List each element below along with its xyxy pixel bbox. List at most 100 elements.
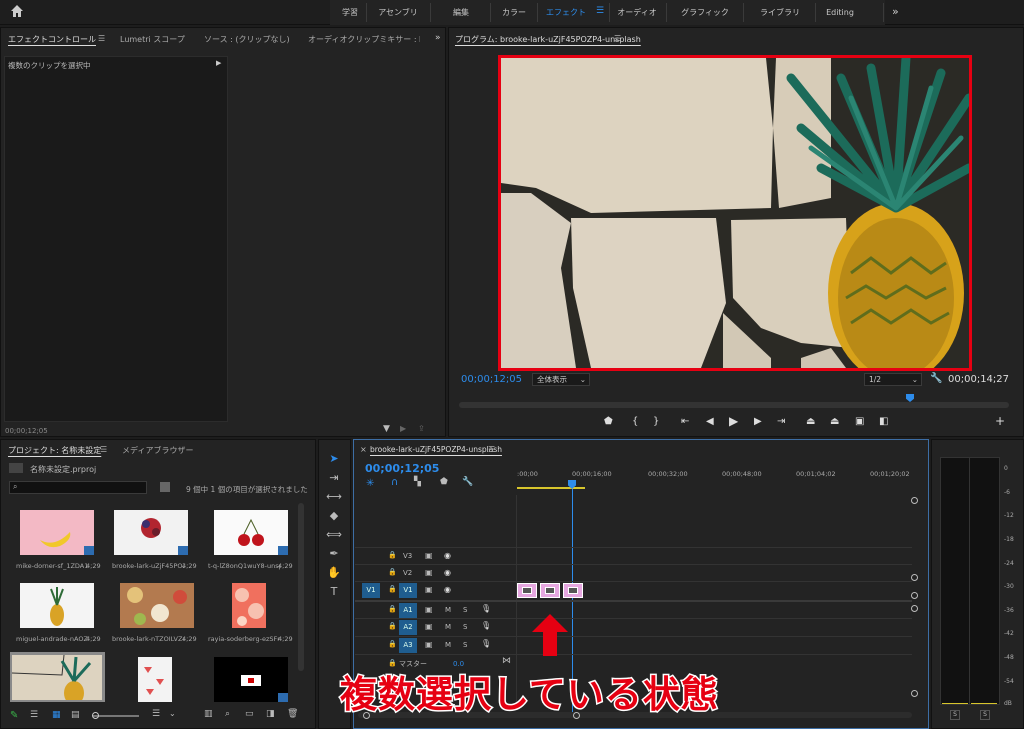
eye-icon[interactable]: ◉ (444, 551, 451, 560)
home-icon[interactable] (10, 4, 26, 20)
track-label[interactable]: A2 (399, 620, 417, 635)
wrench-icon[interactable]: 🔧 (930, 373, 942, 384)
lock-icon[interactable]: 🔒 (388, 568, 397, 576)
project-item[interactable] (106, 652, 198, 702)
workspace-tab[interactable]: カラー (492, 0, 536, 25)
resolution-select[interactable]: 1/2 ⌄ (864, 373, 922, 386)
razor-icon[interactable]: ◆ (326, 509, 342, 525)
step-forward-icon[interactable]: ▶ (754, 416, 762, 427)
program-monitor-title[interactable]: プログラム: brooke-lark-uZjF45POZP4-unsplash (455, 34, 641, 45)
zoom-slider[interactable] (93, 715, 139, 717)
play-icon[interactable]: ▶ (729, 414, 738, 428)
program-scrubber[interactable] (459, 402, 1009, 408)
selection-tool-icon[interactable]: ➤ (326, 452, 342, 468)
workspace-tab[interactable]: アセンブリ (368, 0, 428, 25)
project-item[interactable] (202, 652, 294, 702)
type-tool-icon[interactable]: T (326, 585, 342, 601)
marker-icon[interactable]: ⬟ (604, 416, 613, 427)
go-to-in-icon[interactable]: ⇤ (681, 416, 689, 427)
sync-icon[interactable]: ▣ (425, 605, 433, 614)
project-item[interactable]: brooke-lark-nTZOILVZu... 4;29 (106, 578, 198, 648)
tab-lumetri-scopes[interactable]: Lumetri スコープ (120, 34, 185, 45)
track-header-v2[interactable]: 🔒 V2 ▣ ◉ (355, 565, 515, 582)
project-item-selected[interactable] (10, 652, 105, 702)
workspace-tab-active[interactable]: エフェクト (539, 0, 593, 25)
marker-icon[interactable]: ⬟ (440, 477, 448, 487)
tab-audio-clip-mixer[interactable]: オーディオクリップミキサー : br (308, 34, 420, 45)
pencil-icon[interactable]: ✎ (10, 710, 18, 721)
list-view-icon[interactable]: ☰ (30, 710, 38, 720)
menu-icon[interactable]: ☰ (98, 34, 105, 43)
lock-icon[interactable]: 🔒 (388, 622, 397, 630)
program-current-timecode[interactable]: 00;00;12;05 (461, 374, 522, 385)
hand-icon[interactable]: ✋ (326, 566, 342, 582)
icon-view-icon[interactable]: ▦ (52, 710, 61, 720)
tab-source[interactable]: ソース : (クリップなし) (204, 34, 290, 45)
solo-button[interactable]: S (463, 623, 467, 631)
compare-icon[interactable]: ◧ (879, 416, 888, 427)
menu-icon[interactable]: ☰ (614, 34, 621, 43)
lock-icon[interactable]: 🔒 (388, 605, 397, 613)
video-clip-selected[interactable] (563, 583, 583, 598)
sequence-tab[interactable]: brooke-lark-uZjF45POZP4-unsplash (370, 445, 502, 454)
track-header-v3[interactable]: 🔒 V3 ▣ ◉ (355, 548, 515, 565)
scroll-handle[interactable] (911, 605, 918, 612)
work-area-bar[interactable] (517, 487, 585, 489)
solo-button[interactable]: S (463, 606, 467, 614)
scroll-handle[interactable] (911, 574, 918, 581)
scroll-handle[interactable] (911, 592, 918, 599)
workspace-tab[interactable]: 編集 (433, 0, 489, 25)
sync-icon[interactable]: ▣ (425, 622, 433, 631)
track-label[interactable]: A3 (399, 638, 417, 653)
new-bin-icon[interactable] (160, 482, 170, 492)
ripple-edit-icon[interactable]: ⟷ (326, 490, 342, 506)
lock-icon[interactable]: 🔒 (388, 551, 397, 559)
nest-icon[interactable]: ✳ (366, 478, 374, 489)
new-item-icon[interactable]: ◨ (266, 709, 275, 719)
program-video-frame[interactable] (498, 55, 972, 371)
step-back-icon[interactable]: ◀ (706, 416, 714, 427)
add-button-icon[interactable]: + (995, 414, 1005, 428)
project-item[interactable]: mike-dorner-sf_1ZDA1Y... 4;29 (10, 503, 102, 573)
play-only-icon[interactable]: ▶ (400, 424, 406, 433)
menu-icon[interactable]: ☰ (100, 445, 107, 454)
scroll-handle[interactable] (911, 690, 918, 697)
workspace-tab[interactable]: Editing (818, 0, 862, 25)
sequence-timecode[interactable]: 00;00;12;05 (365, 462, 439, 475)
automate-icon[interactable]: ▥ (204, 709, 213, 719)
track-header-a2[interactable]: 🔒 A2 ▣ M S 🎙 (355, 619, 515, 636)
sync-icon[interactable]: ▣ (425, 568, 433, 577)
project-scrollbar[interactable] (298, 503, 304, 671)
workspace-tab[interactable]: オーディオ (612, 0, 662, 25)
fit-select[interactable]: 全体表示 ⌄ (532, 373, 590, 386)
menu-icon[interactable]: ☰ (596, 6, 604, 16)
go-to-out-icon[interactable]: ⇥ (777, 416, 785, 427)
extract-icon[interactable]: ⏏ (830, 416, 839, 427)
tab-media-browser[interactable]: メディアブラウザー (122, 445, 193, 456)
freeform-view-icon[interactable]: ▤ (71, 710, 80, 720)
sort-icon[interactable]: ☰ (152, 709, 160, 719)
sync-icon[interactable]: ▣ (425, 640, 433, 649)
project-search-input[interactable]: ⌕ (9, 481, 147, 494)
workspace-tab[interactable]: グラフィック (670, 0, 740, 25)
track-header-v1[interactable]: V1 🔒 V1 ▣ ◉ (355, 582, 515, 599)
zoom-slider-handle[interactable] (92, 712, 99, 719)
project-item[interactable]: rayia-soderberg-ezSFnAF... 4;29 (202, 578, 294, 648)
trash-icon[interactable]: 🗑 (287, 709, 298, 719)
solo-button[interactable]: S (980, 710, 990, 720)
search-icon[interactable]: ⌕ (225, 709, 230, 719)
mute-button[interactable]: M (445, 641, 451, 649)
play-triangle-icon[interactable]: ▶ (216, 59, 221, 67)
linked-select-icon[interactable]: ▚ (414, 477, 421, 487)
lock-icon[interactable]: 🔒 (388, 640, 397, 648)
project-item[interactable]: brooke-lark-uZjF45POZ... 4;29 (106, 503, 198, 573)
sync-icon[interactable]: ▣ (425, 551, 433, 560)
track-header-a1[interactable]: 🔒 A1 ▣ M S 🎙 (355, 602, 515, 619)
lift-icon[interactable]: ⏏ (806, 416, 815, 427)
track-label[interactable]: V1 (399, 583, 417, 598)
filter-icon[interactable]: ▼ (383, 424, 390, 434)
sync-icon[interactable]: ▣ (425, 585, 433, 594)
tab-effect-controls[interactable]: エフェクトコントロール (8, 34, 96, 45)
eye-icon[interactable]: ◉ (444, 568, 451, 577)
chevron-double-right-icon[interactable]: » (892, 5, 899, 18)
